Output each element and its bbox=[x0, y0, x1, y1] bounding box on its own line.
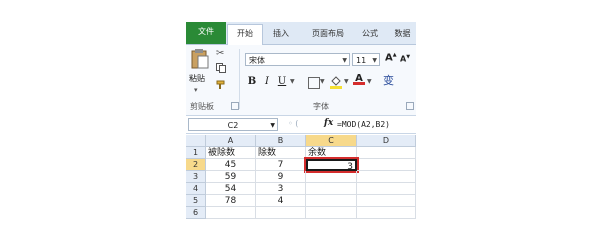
chevron-down-icon: ▼ bbox=[342, 57, 347, 64]
tab-home[interactable]: 开始 bbox=[227, 24, 263, 45]
cell-a4[interactable]: 54 bbox=[206, 183, 256, 195]
row-header-3[interactable]: 3 bbox=[186, 171, 206, 183]
formula-bar: C2 ▼ ◦ ( fx =MOD(A2,B2) bbox=[186, 117, 416, 134]
cell-d3[interactable] bbox=[357, 171, 416, 183]
font-size-select[interactable]: 11 ▼ bbox=[352, 53, 380, 66]
tab-file[interactable]: 文件 bbox=[186, 22, 226, 44]
formula-input[interactable]: =MOD(A2,B2) bbox=[337, 118, 390, 131]
font-name-value: 宋体 bbox=[249, 56, 265, 65]
clipboard-group-label: 剪贴板 bbox=[190, 102, 214, 111]
row-header-6[interactable]: 6 bbox=[186, 207, 206, 219]
ribbon-tabs: 文件 开始 插入 页面布局 公式 数据 bbox=[186, 22, 416, 45]
clipboard-dialog-launcher[interactable] bbox=[231, 102, 239, 110]
cut-icon[interactable]: ✂ bbox=[216, 48, 224, 59]
row-header-4[interactable]: 4 bbox=[186, 183, 206, 195]
font-name-select[interactable]: 宋体 ▼ bbox=[245, 53, 350, 66]
excel-window: 文件 开始 插入 页面布局 公式 数据 粘贴 ▾ ✂ 剪贴板 宋体 ▼ 11 ▼… bbox=[186, 22, 416, 242]
font-group-label: 字体 bbox=[313, 102, 329, 111]
borders-dropdown-icon[interactable]: ▼ bbox=[320, 78, 325, 85]
cell-a6[interactable] bbox=[206, 207, 256, 219]
cell-b3[interactable]: 9 bbox=[256, 171, 306, 183]
formula-bar-separator-icon: ◦ ( bbox=[288, 119, 299, 128]
insert-function-icon[interactable]: fx bbox=[324, 118, 333, 128]
ribbon-home: 粘贴 ▾ ✂ 剪贴板 宋体 ▼ 11 ▼ A▲ A▼ B I U ▼ ▼ ▼ A… bbox=[186, 45, 416, 116]
italic-button[interactable]: I bbox=[261, 75, 273, 89]
name-box[interactable]: C2 ▼ bbox=[188, 118, 278, 131]
column-header-c[interactable]: C bbox=[306, 135, 357, 147]
group-divider bbox=[239, 49, 240, 109]
cell-b5[interactable]: 4 bbox=[256, 195, 306, 207]
font-color-dropdown-icon[interactable]: ▼ bbox=[367, 78, 372, 85]
phonetic-guide-button[interactable]: 变 bbox=[383, 72, 394, 88]
name-box-value: C2 bbox=[227, 121, 239, 130]
cell-d2[interactable] bbox=[357, 159, 416, 171]
cell-c6[interactable] bbox=[306, 207, 357, 219]
font-color-button[interactable]: A bbox=[353, 73, 365, 89]
tab-page-layout[interactable]: 页面布局 bbox=[303, 25, 353, 44]
grow-font-button[interactable]: A▲ bbox=[385, 52, 397, 63]
select-all-corner[interactable] bbox=[186, 135, 206, 147]
cell-a5[interactable]: 78 bbox=[206, 195, 256, 207]
cell-d6[interactable] bbox=[357, 207, 416, 219]
cell-c3[interactable] bbox=[306, 171, 357, 183]
cell-b6[interactable] bbox=[256, 207, 306, 219]
shrink-font-button[interactable]: A▼ bbox=[400, 54, 410, 64]
column-header-a[interactable]: A bbox=[206, 135, 256, 147]
column-header-d[interactable]: D bbox=[357, 135, 416, 147]
chevron-down-icon: ▼ bbox=[372, 57, 377, 64]
cell-c1[interactable]: 余数 bbox=[306, 147, 357, 159]
font-size-value: 11 bbox=[356, 56, 367, 65]
row-header-2[interactable]: 2 bbox=[186, 159, 206, 171]
paste-button[interactable]: 粘贴 bbox=[189, 73, 205, 84]
cell-b4[interactable]: 3 bbox=[256, 183, 306, 195]
row-header-5[interactable]: 5 bbox=[186, 195, 206, 207]
tab-insert[interactable]: 插入 bbox=[266, 25, 296, 44]
row-header-1[interactable]: 1 bbox=[186, 147, 206, 159]
underline-button[interactable]: U bbox=[276, 75, 288, 89]
cell-d4[interactable] bbox=[357, 183, 416, 195]
tab-data[interactable]: 数据 bbox=[389, 25, 416, 44]
cell-c5[interactable] bbox=[306, 195, 357, 207]
paste-icon[interactable] bbox=[191, 48, 209, 70]
cell-c4[interactable] bbox=[306, 183, 357, 195]
fill-color-icon[interactable] bbox=[330, 75, 342, 89]
copy-icon[interactable] bbox=[216, 63, 226, 73]
cell-c2[interactable]: 3 bbox=[304, 157, 359, 173]
cell-b1[interactable]: 除数 bbox=[256, 147, 306, 159]
cell-a1[interactable]: 被除数 bbox=[206, 147, 256, 159]
cell-b2[interactable]: 7 bbox=[256, 159, 306, 171]
borders-button[interactable] bbox=[308, 77, 320, 89]
cell-a3[interactable]: 59 bbox=[206, 171, 256, 183]
tab-formulas[interactable]: 公式 bbox=[356, 25, 384, 44]
chevron-down-icon: ▼ bbox=[270, 122, 275, 129]
cell-d1[interactable] bbox=[357, 147, 416, 159]
font-dialog-launcher[interactable] bbox=[406, 102, 414, 110]
paste-dropdown-icon[interactable]: ▾ bbox=[194, 86, 198, 94]
cell-d5[interactable] bbox=[357, 195, 416, 207]
fill-color-dropdown-icon[interactable]: ▼ bbox=[344, 78, 349, 85]
format-painter-icon[interactable] bbox=[216, 80, 226, 90]
cell-a2[interactable]: 45 bbox=[206, 159, 256, 171]
underline-dropdown-icon[interactable]: ▼ bbox=[290, 78, 295, 85]
bold-button[interactable]: B bbox=[246, 75, 258, 89]
column-header-b[interactable]: B bbox=[256, 135, 306, 147]
